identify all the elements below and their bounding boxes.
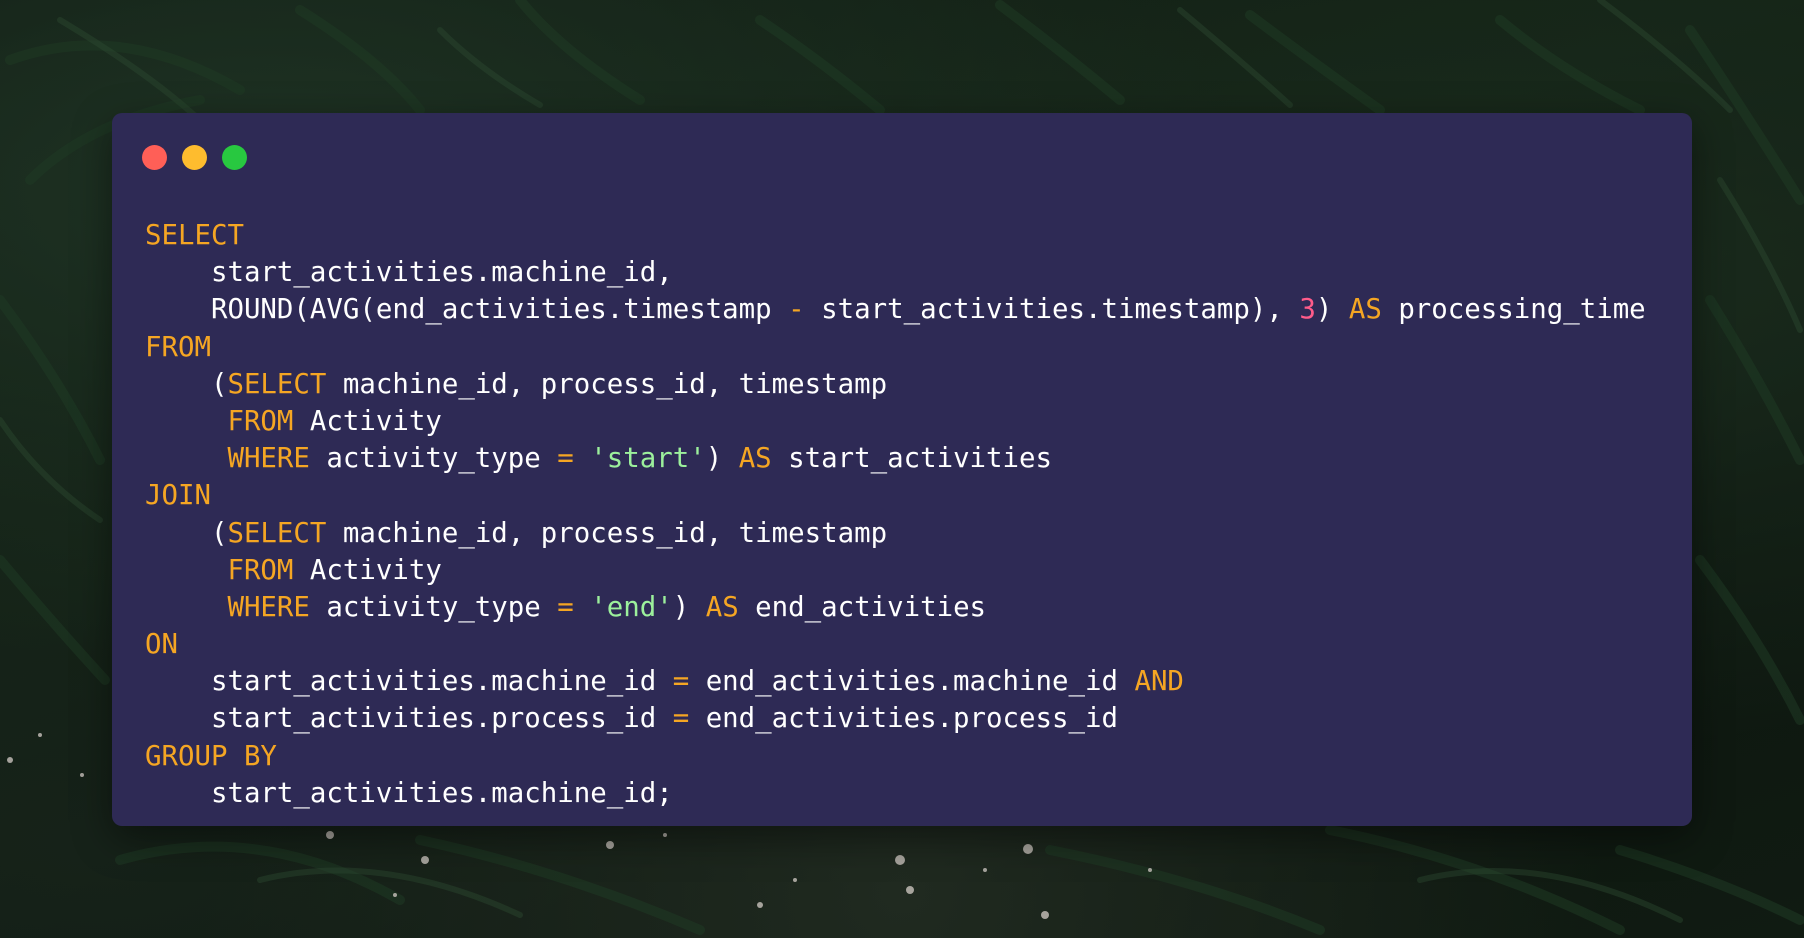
keyword-where: WHERE <box>227 443 310 475</box>
code-text: machine_id, process_id, timestamp <box>326 368 888 400</box>
code-text: end_activities.process_id <box>689 703 1118 735</box>
code-text: start_activities.machine_id; <box>145 777 673 809</box>
code-text: machine_id, process_id, timestamp <box>326 517 888 549</box>
code-text: start_activities.machine_id, <box>145 257 673 289</box>
number-literal: 3 <box>1299 294 1316 326</box>
string-literal: 'end' <box>590 591 673 623</box>
code-line-16: start_activities.machine_id; <box>145 775 1646 812</box>
code-text: activity_type <box>309 443 558 475</box>
keyword-and: AND <box>1134 666 1184 698</box>
code-line-7: WHERE activity_type = 'start') AS start_… <box>145 440 1646 477</box>
code-text: ( <box>145 368 228 400</box>
code-line-8: JOIN <box>145 477 1646 514</box>
keyword-group-by: GROUP BY <box>145 740 277 772</box>
keyword-from: FROM <box>145 331 211 363</box>
code-text: Activity <box>293 405 442 437</box>
keyword-select: SELECT <box>145 220 244 251</box>
code-text: start_activities.process_id <box>145 703 673 735</box>
code-text: ) <box>672 591 706 623</box>
code-line-12: ON <box>145 626 1646 663</box>
keyword-where: WHERE <box>227 591 310 623</box>
code-text: start_activities.machine_id <box>145 666 673 698</box>
keyword-select: SELECT <box>227 517 327 549</box>
string-literal: 'start' <box>590 443 706 475</box>
code-line-5: (SELECT machine_id, process_id, timestam… <box>145 366 1646 403</box>
code-text: end_activities.machine_id <box>689 666 1135 698</box>
code-line-11: WHERE activity_type = 'end') AS end_acti… <box>145 589 1646 626</box>
code-text: ) <box>1315 294 1349 326</box>
keyword-as: AS <box>738 443 772 475</box>
code-line-1: SELECT <box>145 217 1646 254</box>
code-text: Activity <box>293 554 442 586</box>
keyword-join: JOIN <box>145 480 211 512</box>
code-line-13: start_activities.machine_id = end_activi… <box>145 663 1646 700</box>
maximize-dot[interactable] <box>222 145 247 170</box>
operator-equals: = <box>557 591 574 623</box>
code-text: activity_type <box>309 591 558 623</box>
code-text: processing_time <box>1381 294 1646 326</box>
code-text: ) <box>705 443 739 475</box>
code-text: start_activities.timestamp), <box>804 294 1300 326</box>
code-text: end_activities <box>738 591 987 623</box>
operator-equals: = <box>672 666 690 698</box>
code-line-3: ROUND(AVG(end_activities.timestamp - sta… <box>145 291 1646 328</box>
close-dot[interactable] <box>142 145 167 170</box>
code-text: ( <box>145 517 228 549</box>
keyword-from: FROM <box>227 405 294 437</box>
code-line-10: FROM Activity <box>145 552 1646 589</box>
code-line-15: GROUP BY <box>145 738 1646 775</box>
code-line-9: (SELECT machine_id, process_id, timestam… <box>145 515 1646 552</box>
keyword-as: AS <box>705 591 739 623</box>
code-line-6: FROM Activity <box>145 403 1646 440</box>
code-line-4: FROM <box>145 329 1646 366</box>
operator-equals: = <box>557 443 574 475</box>
keyword-from: FROM <box>227 554 294 586</box>
code-text: ROUND(AVG(end_activities.timestamp <box>145 294 789 326</box>
code-window: SELECT start_activities.machine_id, ROUN… <box>112 113 1692 826</box>
window-controls <box>142 145 247 170</box>
keyword-select: SELECT <box>227 368 327 400</box>
code-line-2: start_activities.machine_id, <box>145 254 1646 291</box>
code-line-14: start_activities.process_id = end_activi… <box>145 700 1646 737</box>
sql-code-block: SELECT start_activities.machine_id, ROUN… <box>145 217 1646 812</box>
minimize-dot[interactable] <box>182 145 207 170</box>
keyword-on: ON <box>145 629 178 661</box>
operator-equals: = <box>672 703 690 735</box>
code-text: start_activities <box>771 443 1053 475</box>
operator-minus: - <box>788 294 805 326</box>
keyword-as: AS <box>1348 294 1382 326</box>
